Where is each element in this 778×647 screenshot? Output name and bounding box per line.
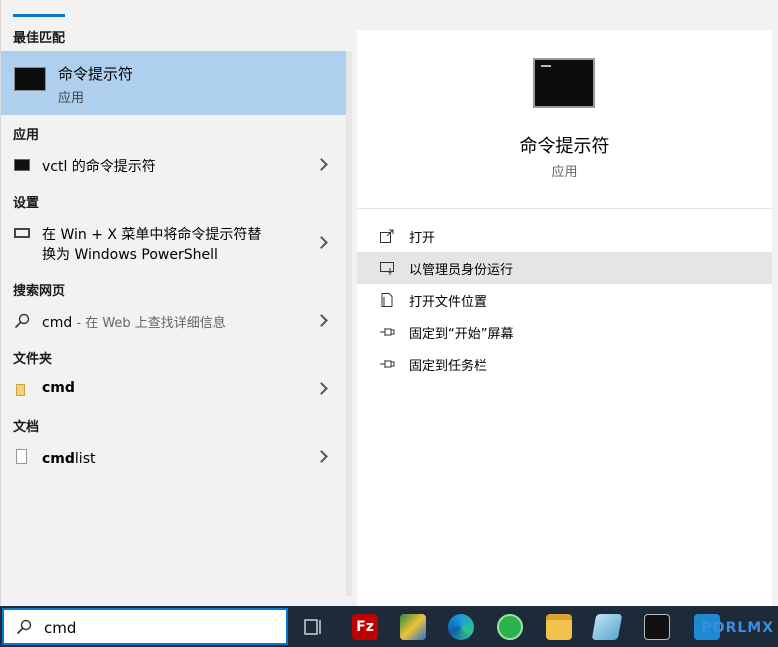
web-query: cmd bbox=[42, 315, 73, 331]
document-icon bbox=[16, 449, 27, 464]
result-label: vctl 的命令提示符 bbox=[42, 159, 156, 175]
result-item-web[interactable]: cmd - 在 Web 上查找详细信息 bbox=[1, 306, 346, 336]
file-location-icon bbox=[381, 293, 393, 307]
section-docs: 文档 bbox=[13, 420, 40, 435]
chevron-right-icon[interactable] bbox=[315, 382, 328, 395]
best-match-title: 命令提示符 bbox=[58, 65, 134, 83]
chevron-right-icon[interactable] bbox=[315, 236, 328, 249]
idm-icon[interactable] bbox=[400, 614, 426, 640]
action-open-file-location[interactable]: 打开文件位置 bbox=[357, 284, 772, 316]
watermark-text: PORLMX bbox=[701, 620, 774, 636]
web-hint: - 在 Web 上查找详细信息 bbox=[72, 316, 226, 331]
result-item-doc[interactable]: cmdlist bbox=[1, 442, 346, 472]
action-label: 打开文件位置 bbox=[409, 294, 488, 310]
result-item-vctl[interactable]: vctl 的命令提示符 bbox=[1, 150, 346, 180]
action-run-as-admin[interactable]: 以管理员身份运行 bbox=[357, 252, 772, 284]
edge-icon[interactable] bbox=[448, 614, 474, 640]
action-pin-taskbar[interactable]: 固定到任务栏 bbox=[357, 348, 772, 380]
shield-icon bbox=[380, 262, 394, 275]
action-label: 打开 bbox=[409, 230, 436, 246]
result-item-folder[interactable]: cmd bbox=[1, 374, 346, 404]
folder-label: cmd bbox=[42, 380, 75, 396]
preview-pane: 命令提示符 应用 打开 以管理员身份运行 打开文件位置 固定到“开始”屏幕 固定… bbox=[357, 30, 772, 606]
section-folders: 文件夹 bbox=[13, 352, 53, 367]
command-prompt-large-icon bbox=[533, 58, 595, 108]
best-match-item[interactable]: 命令提示符 应用 bbox=[1, 51, 346, 115]
taskbar-search-box[interactable]: cmd bbox=[2, 608, 288, 645]
filezilla-icon[interactable]: Fz bbox=[352, 614, 378, 640]
chevron-right-icon[interactable] bbox=[315, 450, 328, 463]
action-label: 固定到任务栏 bbox=[409, 358, 488, 374]
preview-title: 命令提示符 bbox=[519, 136, 610, 157]
doc-label-bold: cmd bbox=[42, 451, 75, 467]
terminal-icon[interactable] bbox=[644, 614, 670, 640]
setting-line2: 换为 Windows PowerShell bbox=[42, 247, 218, 263]
settings-display-icon bbox=[14, 228, 30, 238]
pin-icon bbox=[380, 360, 395, 368]
action-label: 固定到“开始”屏幕 bbox=[409, 326, 514, 342]
terminal-icon bbox=[14, 159, 30, 171]
scrollbar-track[interactable] bbox=[346, 51, 352, 596]
task-view-icon[interactable] bbox=[300, 614, 326, 640]
open-icon bbox=[380, 229, 394, 243]
best-match-subtitle: 应用 bbox=[58, 91, 85, 106]
search-value[interactable]: cmd bbox=[44, 619, 76, 637]
taskbar: cmd Fz PORLMX bbox=[0, 606, 778, 647]
command-prompt-icon bbox=[14, 67, 46, 91]
active-tab-indicator bbox=[13, 14, 65, 17]
action-open[interactable]: 打开 bbox=[357, 220, 772, 252]
search-results-pane: 最佳匹配 命令提示符 应用 应用 vctl 的命令提示符 设置 在 Win + … bbox=[0, 0, 357, 606]
wechat-icon[interactable] bbox=[497, 614, 523, 640]
search-icon bbox=[14, 313, 30, 329]
section-settings: 设置 bbox=[13, 196, 40, 211]
chevron-right-icon[interactable] bbox=[315, 314, 328, 327]
setting-line1: 在 Win + X 菜单中将命令提示符替 bbox=[42, 227, 262, 243]
notepad-icon[interactable] bbox=[591, 614, 623, 640]
doc-label-rest: list bbox=[74, 451, 96, 467]
file-explorer-icon[interactable] bbox=[546, 614, 572, 640]
action-pin-start[interactable]: 固定到“开始”屏幕 bbox=[357, 316, 772, 348]
action-label: 以管理员身份运行 bbox=[409, 262, 514, 278]
search-icon bbox=[16, 619, 32, 635]
section-best-match: 最佳匹配 bbox=[13, 31, 66, 46]
section-apps: 应用 bbox=[13, 128, 40, 143]
pin-icon bbox=[380, 328, 395, 336]
preview-subtitle: 应用 bbox=[551, 165, 578, 180]
section-web: 搜索网页 bbox=[13, 284, 66, 299]
folder-icon bbox=[16, 384, 25, 396]
result-item-setting[interactable]: 在 Win + X 菜单中将命令提示符替 换为 Windows PowerShe… bbox=[1, 220, 346, 266]
chevron-right-icon[interactable] bbox=[315, 158, 328, 171]
divider bbox=[357, 208, 772, 209]
